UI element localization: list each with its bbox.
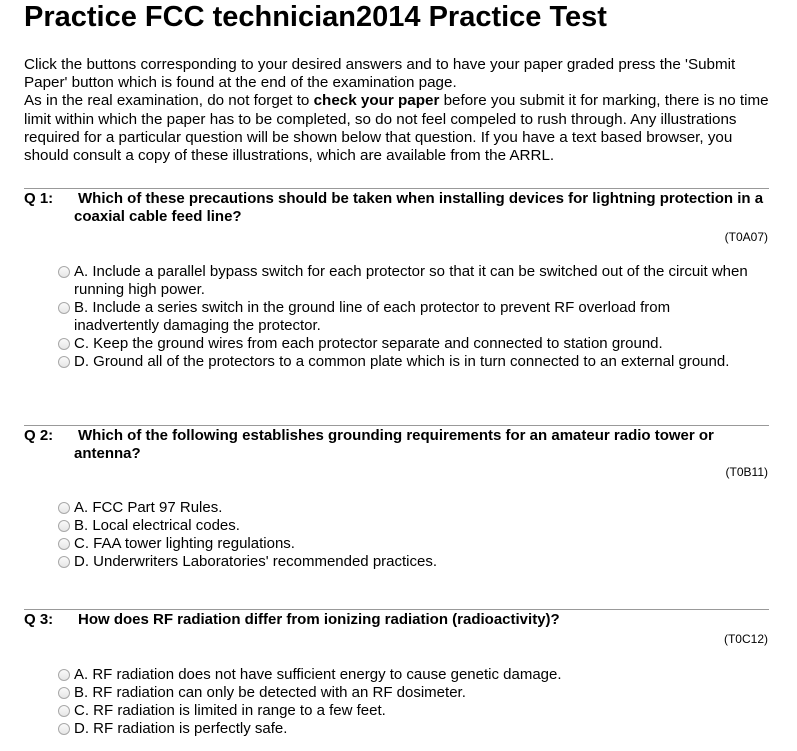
answer-option: C. Keep the ground wires from each prote… (58, 335, 758, 353)
answer-label: C. FAA tower lighting regulations. (74, 535, 295, 552)
answer-radio-q2-b[interactable] (58, 520, 70, 532)
answer-label: A. Include a parallel bypass switch for … (74, 263, 748, 298)
answer-radio-q1-c[interactable] (58, 338, 70, 350)
question-code: (T0C12) (723, 632, 768, 646)
answer-list: A. Include a parallel bypass switch for … (58, 263, 758, 371)
answer-option: C. FAA tower lighting regulations. (58, 535, 758, 553)
answer-radio-q2-a[interactable] (58, 502, 70, 514)
answer-label: D. Ground all of the protectors to a com… (74, 353, 730, 370)
question-text: Which of these precautions should be tak… (74, 190, 764, 225)
answer-label: A. FCC Part 97 Rules. (74, 499, 223, 516)
answer-option: B. RF radiation can only be detected wit… (58, 684, 758, 702)
page-title: Practice FCC technician2014 Practice Tes… (24, 1, 607, 33)
answer-radio-q3-c[interactable] (58, 705, 70, 717)
answer-radio-q3-b[interactable] (58, 687, 70, 699)
answer-list: A. FCC Part 97 Rules. B. Local electrica… (58, 499, 758, 571)
answer-label: B. Local electrical codes. (74, 517, 240, 534)
answer-radio-q1-b[interactable] (58, 302, 70, 314)
answer-option: D. Ground all of the protectors to a com… (58, 353, 758, 371)
answer-option: D. RF radiation is perfectly safe. (58, 720, 758, 738)
question-code: (T0A07) (724, 230, 768, 244)
question-number: Q 3: (24, 611, 54, 628)
answer-option: A. RF radiation does not have sufficient… (58, 666, 758, 684)
question-text: Which of the following establishes groun… (74, 427, 714, 462)
question-code: (T0B11) (725, 465, 768, 479)
answer-option: A. FCC Part 97 Rules. (58, 499, 758, 517)
answer-radio-q1-a[interactable] (58, 266, 70, 278)
answer-option: B. Include a series switch in the ground… (58, 299, 758, 335)
instructions-line-2-start: As in the real examination, do not forge… (24, 92, 314, 110)
answer-label: B. RF radiation can only be detected wit… (74, 684, 466, 701)
answer-option: A. Include a parallel bypass switch for … (58, 263, 758, 299)
answer-label: B. Include a series switch in the ground… (74, 299, 671, 334)
answer-label: D. Underwriters Laboratories' recommende… (74, 553, 438, 570)
instructions-emphasis: check your paper (313, 92, 440, 110)
answer-radio-q1-d[interactable] (58, 356, 70, 368)
answer-label: C. RF radiation is limited in range to a… (74, 702, 386, 719)
instructions-line-1: Click the buttons corresponding to your … (24, 56, 736, 92)
question-text: How does RF radiation differ from ionizi… (78, 611, 560, 628)
question-number: Q 1: (24, 190, 54, 207)
answer-option: C. RF radiation is limited in range to a… (58, 702, 758, 720)
question-number: Q 2: (24, 427, 54, 444)
answer-radio-q3-d[interactable] (58, 723, 70, 735)
answer-list: A. RF radiation does not have sufficient… (58, 666, 758, 738)
answer-radio-q2-c[interactable] (58, 538, 70, 550)
answer-label: A. RF radiation does not have sufficient… (74, 666, 562, 683)
answer-label: C. Keep the ground wires from each prote… (74, 335, 663, 352)
answer-option: D. Underwriters Laboratories' recommende… (58, 553, 758, 571)
answer-radio-q2-d[interactable] (58, 556, 70, 568)
answer-label: D. RF radiation is perfectly safe. (74, 720, 288, 737)
answer-option: B. Local electrical codes. (58, 517, 758, 535)
instructions: Click the buttons corresponding to your … (24, 56, 769, 165)
answer-radio-q3-a[interactable] (58, 669, 70, 681)
